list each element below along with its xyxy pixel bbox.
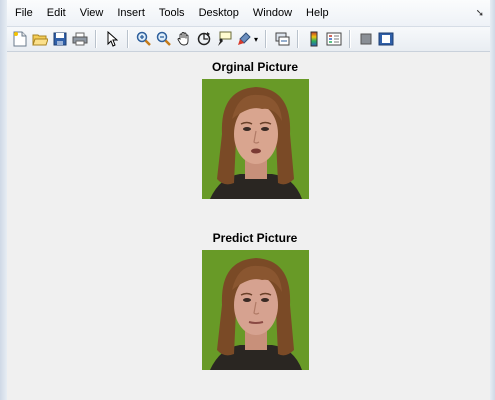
toolbar-separator — [265, 30, 268, 48]
show-plot-tools-icon[interactable] — [376, 30, 395, 49]
figure-canvas[interactable]: Orginal Picture Predict Picture — [7, 52, 490, 400]
zoom-out-icon[interactable] — [154, 30, 173, 49]
pan-hand-icon[interactable] — [174, 30, 193, 49]
link-plot-icon[interactable] — [272, 30, 291, 49]
menu-insert[interactable]: Insert — [110, 3, 152, 23]
edit-plot-arrow-icon[interactable] — [102, 30, 121, 49]
menu-view[interactable]: View — [73, 3, 111, 23]
insert-legend-icon[interactable] — [324, 30, 343, 49]
open-file-icon[interactable] — [30, 30, 49, 49]
insert-colorbar-icon[interactable] — [304, 30, 323, 49]
menu-edit[interactable]: Edit — [40, 3, 73, 23]
undock-arrow-icon[interactable]: ➘ — [476, 8, 484, 19]
print-figure-icon[interactable] — [70, 30, 89, 49]
menu-tools[interactable]: Tools — [152, 3, 192, 23]
predict-picture-title: Predict Picture — [212, 231, 298, 245]
menu-bar: File Edit View Insert Tools Desktop Wind… — [7, 0, 490, 27]
save-figure-icon[interactable] — [50, 30, 69, 49]
toolbar-separator — [349, 30, 352, 48]
new-figure-icon[interactable] — [10, 30, 29, 49]
zoom-in-icon[interactable] — [134, 30, 153, 49]
predicted-face-image — [202, 250, 309, 370]
window-frame-left — [0, 0, 7, 400]
data-cursor-icon[interactable] — [214, 30, 233, 49]
brush-dropdown-arrow-icon[interactable]: ▾ — [254, 35, 258, 44]
toolbar-separator — [95, 30, 97, 48]
figure-toolbar: ▾ — [7, 27, 490, 52]
brush-icon[interactable] — [234, 30, 253, 49]
toolbar-separator — [127, 30, 129, 48]
menu-file[interactable]: File — [7, 3, 40, 23]
menu-help[interactable]: Help — [299, 3, 336, 23]
menu-window[interactable]: Window — [246, 3, 299, 23]
rotate-3d-icon[interactable] — [194, 30, 213, 49]
original-picture-title: Orginal Picture — [211, 60, 299, 74]
figure-window: File Edit View Insert Tools Desktop Wind… — [0, 0, 495, 400]
menu-desktop[interactable]: Desktop — [192, 3, 246, 23]
window-frame-right — [490, 0, 495, 400]
toolbar-separator — [297, 30, 300, 48]
original-face-image — [202, 79, 309, 199]
hide-plot-tools-icon[interactable] — [356, 30, 375, 49]
